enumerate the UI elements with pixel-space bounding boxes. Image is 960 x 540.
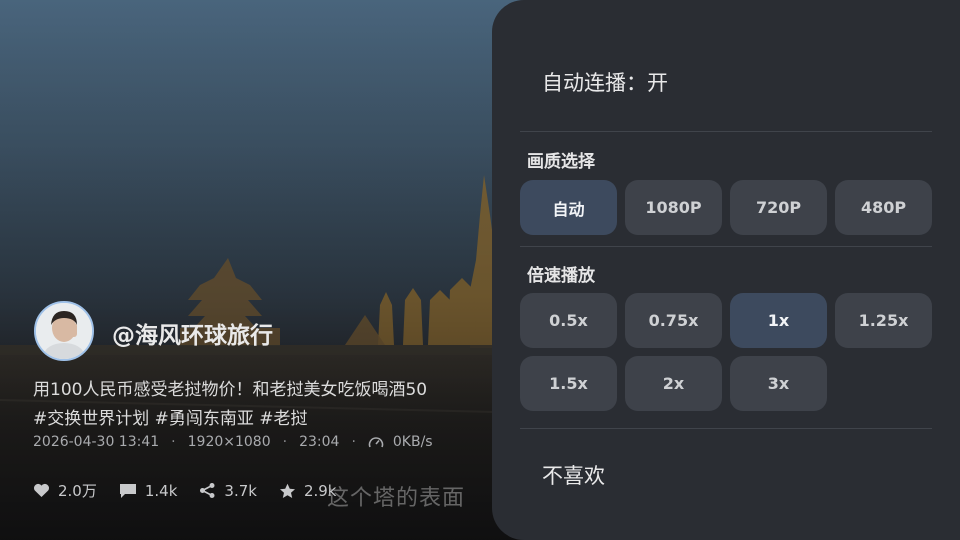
- network-speed: 0KB/s: [392, 434, 433, 450]
- quality-option-1080p[interactable]: 1080P: [625, 180, 722, 235]
- share-button[interactable]: 3.7k: [199, 482, 257, 500]
- video-resolution: 1920×1080: [187, 434, 271, 450]
- comment-button[interactable]: 1.4k: [119, 481, 178, 500]
- dislike-button[interactable]: 不喜欢: [542, 460, 605, 490]
- speed-option-0-75x[interactable]: 0.75x: [625, 293, 722, 348]
- share-count: 3.7k: [224, 481, 257, 500]
- speed-option-3x[interactable]: 3x: [730, 356, 827, 411]
- quality-option-480p[interactable]: 480P: [835, 180, 932, 235]
- divider: [520, 131, 932, 132]
- heart-icon: [33, 483, 50, 497]
- comment-count: 1.4k: [144, 481, 178, 500]
- video-title-line1: 用100人民币感受老挝物价！和老挝美女吃饭喝酒50: [33, 380, 428, 400]
- engagement-stats: 2.0万 1.4k 3.7k 2.9k: [33, 480, 359, 501]
- video-meta: 2026-04-30 13:41 · 1920×1080 · 23:04 · 0…: [33, 434, 433, 450]
- divider: [520, 428, 932, 429]
- share-icon: [200, 483, 215, 498]
- meta-separator: ·: [351, 434, 356, 450]
- speed-section-title: 倍速播放: [527, 266, 595, 286]
- video-duration: 23:04: [299, 434, 340, 450]
- quality-option-720p[interactable]: 720P: [730, 180, 827, 235]
- avatar-image: [36, 303, 92, 359]
- comment-icon: [119, 483, 136, 498]
- speed-option-1x[interactable]: 1x: [730, 293, 827, 348]
- meta-separator: ·: [282, 434, 288, 450]
- quality-section-title: 画质选择: [527, 152, 595, 172]
- like-button[interactable]: 2.0万: [33, 480, 97, 501]
- like-count: 2.0万: [58, 482, 97, 500]
- speed-option-2x[interactable]: 2x: [625, 356, 722, 411]
- video-subtitle: 这个塔的表面: [327, 486, 466, 511]
- autoplay-toggle[interactable]: 自动连播：开: [542, 67, 668, 97]
- divider: [520, 246, 932, 247]
- playback-settings-panel: 自动连播：开 画质选择 自动 1080P 720P 480P 倍速播放 0.5x…: [492, 0, 960, 540]
- channel-avatar[interactable]: [34, 301, 94, 361]
- video-title-hashtags[interactable]: #交换世界计划 #勇闯东南亚 #老挝: [33, 404, 308, 429]
- star-icon: [279, 483, 295, 498]
- speed-option-1-25x[interactable]: 1.25x: [835, 293, 932, 348]
- channel-name[interactable]: @海风环球旅行: [112, 316, 273, 350]
- quality-option-auto[interactable]: 自动: [520, 180, 617, 235]
- speed-option-0-5x[interactable]: 0.5x: [520, 293, 617, 348]
- publish-date: 2026-04-30 13:41: [33, 434, 160, 450]
- speed-option-1-5x[interactable]: 1.5x: [520, 356, 617, 411]
- meta-separator: ·: [171, 434, 176, 450]
- speedometer-icon: [368, 437, 384, 448]
